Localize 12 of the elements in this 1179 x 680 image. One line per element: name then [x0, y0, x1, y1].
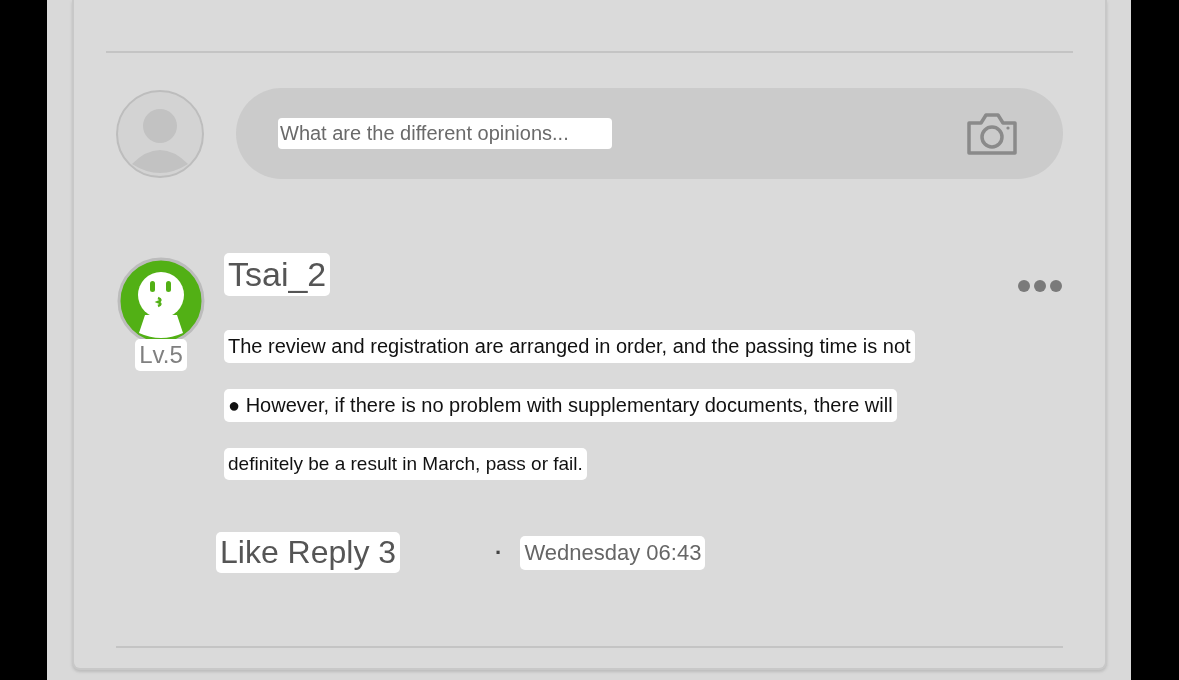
- level-badge: Lv.5: [135, 339, 187, 371]
- comment-text: The review and registration are arranged in order, and the passing time is not: [224, 330, 915, 363]
- camera-icon[interactable]: [965, 110, 1019, 157]
- like-reply-link[interactable]: Like Reply 3: [216, 532, 401, 573]
- username[interactable]: Tsai_2: [224, 253, 331, 296]
- comment-input-field[interactable]: What are the different opinions...: [278, 118, 612, 149]
- more-icon[interactable]: [1017, 279, 1063, 293]
- comment-text: ● However, if there is no problem with supplementary documents, there will: [224, 389, 897, 422]
- avatar-icon: [116, 89, 204, 178]
- comment-text: definitely be a result in March, pass or fail.: [224, 448, 587, 480]
- separator-dot: ·: [495, 539, 503, 566]
- timestamp: Wednesday 06:43: [520, 535, 706, 570]
